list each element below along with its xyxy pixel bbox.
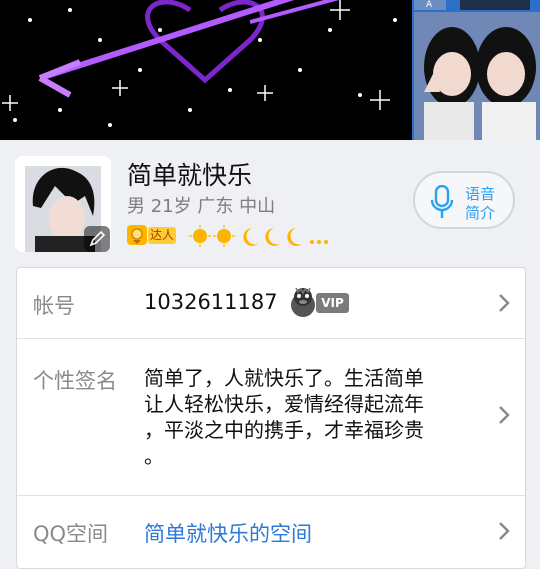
chevron-right-icon: [499, 406, 510, 424]
signature-row[interactable]: 个性签名 简单了，人就快乐了。生活简单 让人轻松快乐，爱情经得起流年 ，平淡之中…: [17, 339, 525, 495]
account-label: 帐号: [33, 294, 75, 318]
chevron-right-icon: [499, 294, 510, 312]
gender-age-location: 男 21岁 广东 中山: [127, 196, 276, 217]
microphone-icon: [430, 185, 454, 218]
daren-icon: [127, 225, 147, 245]
qzone-row[interactable]: QQ空间 简单就快乐的空间: [17, 496, 525, 568]
qq-level-icons[interactable]: [188, 224, 338, 248]
signature-line: 让人轻松快乐，爱情经得起流年: [144, 392, 424, 416]
signature-text: 简单了，人就快乐了。生活简单 让人轻松快乐，爱情经得起流年 ，平淡之中的携手，才…: [144, 365, 484, 469]
signature-line: 简单了，人就快乐了。生活简单: [144, 366, 424, 390]
edit-avatar-icon[interactable]: [84, 226, 110, 252]
daren-badge[interactable]: 达人: [126, 224, 178, 246]
cover-image: [0, 0, 412, 140]
photo-tag-bar: [460, 0, 530, 10]
account-number: 1032611187: [144, 290, 278, 314]
daren-label: 达人: [148, 227, 176, 244]
account-row[interactable]: 帐号 1032611187 VIP: [17, 268, 525, 338]
profile-header: 简单就快乐 男 21岁 广东 中山 达人 语音 简介: [0, 140, 540, 266]
voice-intro-line2: 简介: [465, 204, 496, 222]
qq-penguin-icon: [291, 287, 315, 317]
nickname: 简单就快乐: [127, 161, 253, 190]
signature-line: ，平淡之中的携手，才幸福珍贵: [144, 418, 424, 442]
photo-tag: A: [414, 0, 446, 10]
voice-intro-label: 语音 简介: [465, 185, 505, 223]
voice-intro-button[interactable]: 语音 简介: [413, 171, 515, 229]
profile-details-card: 帐号 1032611187 VIP 个性签名 简单了，人就快乐了。生活简单 让人…: [16, 267, 526, 569]
profile-cover-banner[interactable]: A: [0, 0, 540, 140]
signature-label: 个性签名: [33, 369, 117, 393]
qzone-link[interactable]: 简单就快乐的空间: [144, 518, 312, 548]
vip-label: VIP: [316, 293, 349, 313]
signature-line: 。: [144, 444, 164, 468]
qzone-label: QQ空间: [33, 522, 109, 546]
photo-thumbnail[interactable]: [414, 12, 540, 140]
chevron-right-icon: [499, 522, 510, 540]
voice-intro-line1: 语音: [465, 185, 496, 203]
vip-badge[interactable]: VIP: [288, 285, 350, 319]
